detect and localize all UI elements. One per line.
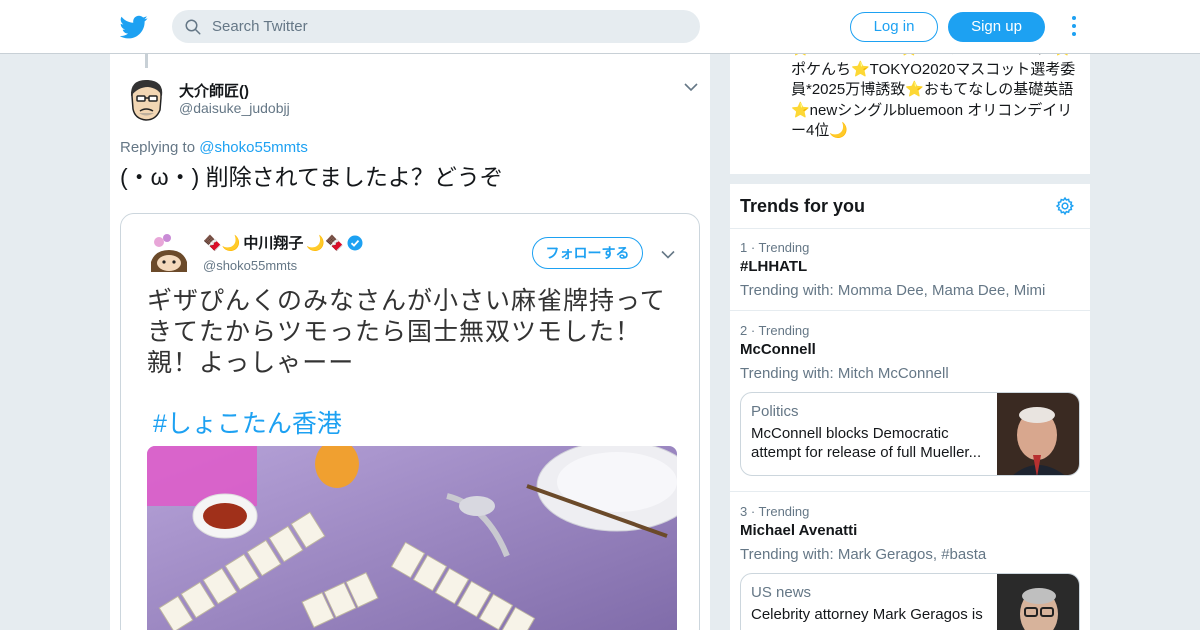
trend-item[interactable]: 2 · Trending McConnell Trending with: Mi… [730,323,1090,483]
trends-panel: Trends for you 1 · Trending #LHHATL Tren… [730,184,1090,630]
news-headline: McConnell blocks Democratic attempt for … [751,425,982,461]
embedded-avatar [151,234,187,272]
trend-name[interactable]: #LHHATL [740,258,807,275]
news-thumbnail [997,393,1079,475]
embedded-name: 🍫🌙 中川翔子 🌙🍫 [203,232,363,253]
embedded-hashtag: #しょこたん香港 [153,410,342,438]
divider [730,491,1090,492]
name-emoji-right: 🌙🍫 [306,234,344,252]
thread-connector-line [145,54,148,68]
gear-icon[interactable] [1055,196,1075,216]
news-headline: Celebrity attorney Mark Geragos is [751,606,983,623]
tweet-text: (・ω・) 削除されてましたよ？どうぞ [120,164,503,190]
author-name[interactable]: 大介師匠() [179,80,249,101]
news-thumbnail [997,574,1079,630]
verified-badge-icon [347,235,363,250]
login-button[interactable]: Log in [850,12,938,42]
avatar-caricature-image [122,76,170,124]
trend-context: Trending with: Mark Geragos, #basta [740,546,987,563]
profile-bio: ⭐ラプンツェル⭐ドラクエアリーナ姫⭐ポケんち⭐TOKYO2020マスコット選考委… [791,54,1076,139]
embedded-name-text: 中川翔子 [243,235,304,252]
tweet-column: 大介師匠() @daisuke_judobjj Replying to @sho… [110,54,710,630]
trend-context: Trending with: Momma Dee, Mama Dee, Mimi [740,282,1046,299]
trend-meta: 2 · Trending [740,323,810,338]
author-handle[interactable]: @daisuke_judobjj [179,100,290,116]
divider [730,228,1090,229]
embedded-chevron-down-icon [661,250,675,259]
avatar[interactable] [122,76,170,124]
news-category: Politics [751,403,799,420]
profile-card: ⭐ラプンツェル⭐ドラクエアリーナ姫⭐ポケんち⭐TOKYO2020マスコット選考委… [730,54,1090,174]
search-box[interactable] [172,10,700,43]
embedded-tweet-text: ギザぴんくのみなさんが小さい麻雀牌持ってきてたからツモったら国士無双ツモした！親… [147,287,666,377]
tweet-image[interactable]: 🍫🌙 中川翔子 🌙🍫 @shoko55mmts フォローする ギザぴんくのみなさ… [120,213,700,630]
trend-meta: 1 · Trending [740,240,810,255]
trend-item[interactable]: 1 · Trending #LHHATL Trending with: Momm… [730,240,1090,310]
news-card[interactable]: US news Celebrity attorney Mark Geragos … [740,573,1080,630]
embedded-follow-button: フォローする [532,237,643,269]
name-emoji-left: 🍫🌙 [203,234,241,252]
chevron-down-icon[interactable] [684,82,698,92]
twitter-bird-icon[interactable] [120,13,148,41]
top-navigation-bar: Log in Sign up [0,0,1200,54]
signup-button[interactable]: Sign up [948,12,1045,42]
trend-item[interactable]: 3 · Trending Michael Avenatti Trending w… [730,504,1090,630]
embedded-handle: @shoko55mmts [203,258,298,273]
more-options-icon[interactable] [1068,14,1080,40]
news-card[interactable]: Politics McConnell blocks Democratic att… [740,392,1080,476]
replying-handle-link[interactable]: @shoko55mmts [199,139,308,156]
trend-meta: 3 · Trending [740,504,810,519]
replying-prefix: Replying to [120,139,200,156]
news-category: US news [751,584,812,601]
trend-name[interactable]: McConnell [740,341,816,358]
replying-to: Replying to @shoko55mmts [120,139,308,156]
search-input[interactable] [212,10,682,43]
trend-context: Trending with: Mitch McConnell [740,365,949,382]
trend-name[interactable]: Michael Avenatti [740,522,857,539]
divider [730,310,1090,311]
trends-title: Trends for you [740,196,866,216]
search-icon [185,19,201,35]
mahjong-tiles-photo [147,446,677,630]
